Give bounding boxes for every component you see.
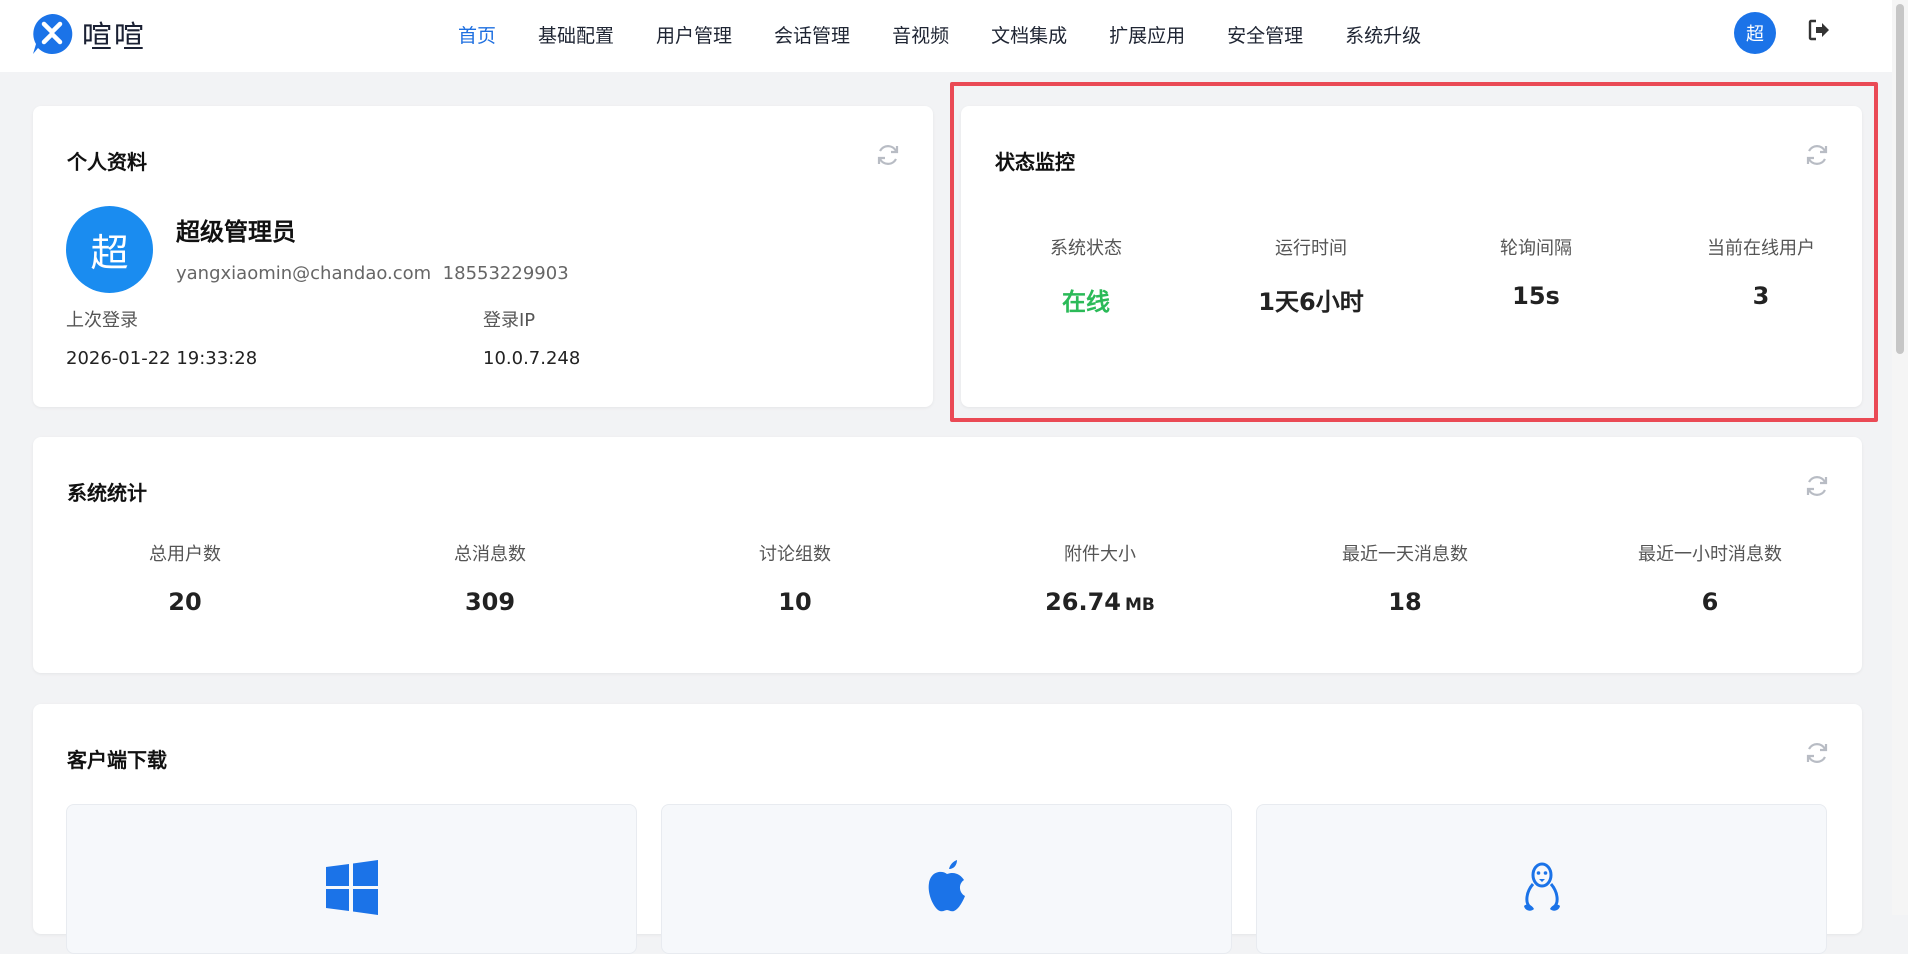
profile-avatar: 超 xyxy=(66,206,153,293)
refresh-icon[interactable] xyxy=(1804,740,1830,766)
nav-item-audio-video[interactable]: 音视频 xyxy=(892,21,949,48)
profile-card: 个人资料 超 超级管理员 yangxiaomin@chandao.com 185… xyxy=(33,106,933,407)
metric-label: 运行时间 xyxy=(1275,238,1347,259)
attachment-size-number: 26.74 xyxy=(1045,588,1122,616)
download-card-title: 客户端下载 xyxy=(67,748,167,772)
metric-value: 309 xyxy=(464,588,516,616)
metric-value: 6 xyxy=(1701,588,1719,616)
metric-value: 15s xyxy=(1512,282,1560,310)
system-stats-card: 系统统计 总用户数 20 总消息数 309 讨论组数 10 附件大小 26.74… xyxy=(33,437,1862,673)
stat-discussion-groups: 讨论组数 10 xyxy=(685,540,905,616)
metric-value: 10 xyxy=(778,588,812,616)
nav-item-document-integration[interactable]: 文档集成 xyxy=(991,21,1067,48)
download-tile-linux[interactable] xyxy=(1256,804,1827,954)
linux-icon xyxy=(1523,862,1560,911)
metric-label: 系统状态 xyxy=(1050,238,1122,259)
metric-label: 最近一天消息数 xyxy=(1342,544,1468,565)
stats-card-title: 系统统计 xyxy=(67,481,147,505)
profile-email: yangxiaomin@chandao.com xyxy=(176,263,432,284)
attachment-size-unit: MB xyxy=(1125,595,1155,615)
metric-label: 轮询间隔 xyxy=(1500,238,1572,259)
refresh-icon[interactable] xyxy=(1804,473,1830,499)
stat-total-messages: 总消息数 309 xyxy=(380,540,600,616)
nav-item-extensions[interactable]: 扩展应用 xyxy=(1109,21,1185,48)
stat-total-users: 总用户数 20 xyxy=(75,540,295,616)
status-card-title: 状态监控 xyxy=(995,150,1075,174)
status-metric-uptime: 运行时间 1天6小时 xyxy=(1201,234,1421,317)
nav-item-system-upgrade[interactable]: 系统升级 xyxy=(1345,21,1421,48)
user-avatar[interactable]: 超 xyxy=(1734,12,1776,54)
profile-card-title: 个人资料 xyxy=(67,150,147,174)
refresh-icon[interactable] xyxy=(875,142,901,168)
apple-icon xyxy=(928,860,965,912)
nav-item-basic-config[interactable]: 基础配置 xyxy=(538,21,614,48)
scrollbar-thumb[interactable] xyxy=(1896,4,1904,354)
metric-value: 1天6小时 xyxy=(1258,288,1364,316)
nav-item-user-management[interactable]: 用户管理 xyxy=(656,21,732,48)
metric-label: 讨论组数 xyxy=(759,544,831,565)
metric-label: 总消息数 xyxy=(454,544,526,565)
page-scrollbar[interactable] xyxy=(1892,0,1908,915)
nav-item-session-management[interactable]: 会话管理 xyxy=(774,21,850,48)
metric-value: 3 xyxy=(1752,282,1770,310)
windows-icon xyxy=(325,860,378,915)
last-login-label: 上次登录 xyxy=(66,310,138,331)
refresh-icon[interactable] xyxy=(1804,142,1830,168)
metric-label: 总用户数 xyxy=(149,544,221,565)
metric-label: 最近一小时消息数 xyxy=(1638,544,1782,565)
download-tile-windows[interactable] xyxy=(66,804,637,954)
app-name: 喧喧 xyxy=(82,20,146,55)
login-ip-label: 登录IP xyxy=(483,310,536,331)
status-metric-system-state: 系统状态 在线 xyxy=(976,234,1196,317)
metric-value: 26.74 MB xyxy=(990,588,1210,616)
client-download-card: 客户端下载 xyxy=(33,704,1862,954)
app-logo[interactable]: 喧喧 xyxy=(30,12,146,56)
profile-name: 超级管理员 xyxy=(176,218,296,246)
logout-icon[interactable] xyxy=(1807,18,1831,42)
last-login-value: 2026-01-22 19:33:28 xyxy=(66,348,258,369)
main-nav: 首页 基础配置 用户管理 会话管理 音视频 文档集成 扩展应用 安全管理 系统升… xyxy=(458,0,1463,68)
metric-label: 附件大小 xyxy=(1064,544,1136,565)
metric-value: 18 xyxy=(1388,588,1422,616)
download-tile-mac[interactable] xyxy=(661,804,1232,954)
login-ip-value: 10.0.7.248 xyxy=(483,348,581,369)
metric-label: 当前在线用户 xyxy=(1707,238,1815,259)
metric-value: 在线 xyxy=(1062,288,1110,316)
stat-messages-last-day: 最近一天消息数 18 xyxy=(1295,540,1515,616)
profile-phone: 18553229903 xyxy=(442,263,569,284)
metric-value: 20 xyxy=(168,588,202,616)
stat-messages-last-hour: 最近一小时消息数 6 xyxy=(1600,540,1820,616)
nav-item-home[interactable]: 首页 xyxy=(458,21,496,48)
stat-attachment-size: 附件大小 26.74 MB xyxy=(990,540,1210,616)
status-metric-online-users: 当前在线用户 3 xyxy=(1651,234,1871,310)
status-monitor-card: 状态监控 系统状态 在线 运行时间 1天6小时 轮询间隔 15s 当前在线用户 … xyxy=(961,106,1862,407)
top-navbar: 喧喧 首页 基础配置 用户管理 会话管理 音视频 文档集成 扩展应用 安全管理 … xyxy=(0,0,1892,72)
xuanxuan-logo-icon xyxy=(33,13,73,54)
nav-item-security[interactable]: 安全管理 xyxy=(1227,21,1303,48)
profile-contact: yangxiaomin@chandao.com 18553229903 xyxy=(176,263,569,284)
status-metric-poll-interval: 轮询间隔 15s xyxy=(1426,234,1646,310)
